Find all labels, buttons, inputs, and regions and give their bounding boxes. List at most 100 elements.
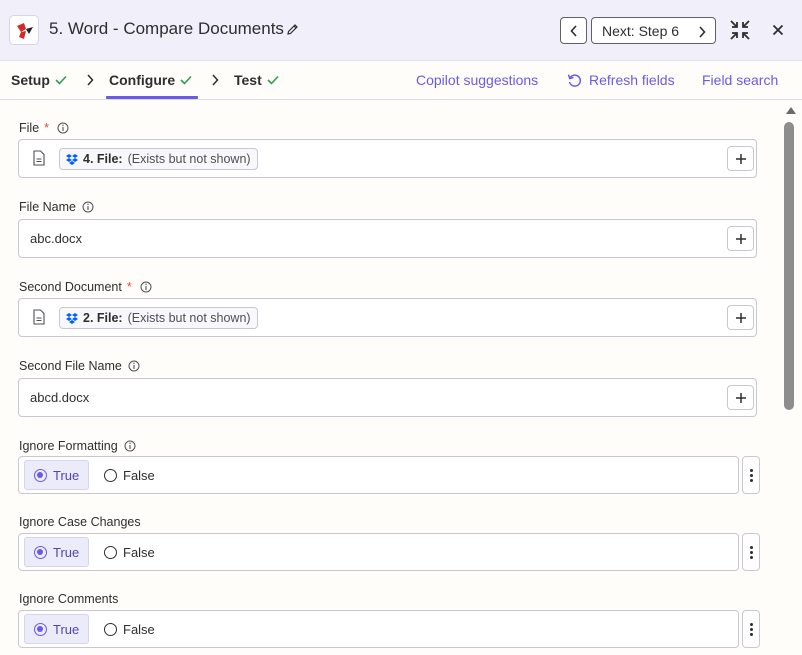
mapped-field-pill[interactable]: 2. File: (Exists but not shown) [59, 307, 258, 329]
step-header: 5. Word - Compare Documents Next: Step 6 [0, 0, 802, 61]
field-label-ignore-formatting: Ignore Formatting [19, 439, 136, 453]
step-tabs: Setup Configure Test Copilot suggestions… [0, 61, 802, 100]
info-icon[interactable] [140, 281, 152, 293]
mapped-field-pill[interactable]: 4. File: (Exists but not shown) [59, 148, 258, 170]
file-input[interactable]: 4. File: (Exists but not shown) [18, 139, 757, 178]
kebab-dot [749, 478, 753, 482]
field-search-link[interactable]: Field search [702, 72, 778, 88]
ignore-case-changes-radio-group: True False [18, 533, 739, 571]
field-label-second-document: Second Document * [19, 280, 152, 294]
check-icon [267, 75, 279, 85]
insert-data-button[interactable] [727, 305, 754, 330]
more-options-button[interactable] [742, 456, 760, 494]
radio-true[interactable]: True [24, 460, 90, 490]
second-document-input[interactable]: 2. File: (Exists but not shown) [18, 298, 757, 337]
chevron-right-icon [212, 74, 219, 86]
collapse-icon[interactable] [729, 19, 751, 41]
ignore-comments-radio-group: True False [18, 610, 739, 648]
field-label-file: File * [19, 121, 69, 135]
radio-unselected-icon [104, 468, 117, 482]
info-icon[interactable] [82, 201, 94, 213]
tab-setup-label: Setup [11, 72, 50, 88]
next-step-label: Next: Step 6 [602, 22, 680, 39]
vertical-scrollbar[interactable] [782, 100, 798, 655]
pill-value: (Exists but not shown) [127, 311, 251, 325]
kebab-dot [749, 545, 753, 549]
pill-step-label: 2. File: [83, 311, 123, 325]
radio-false[interactable]: False [95, 537, 164, 567]
kebab-dot [749, 555, 753, 559]
plus-icon [735, 233, 746, 244]
kebab-dot [749, 550, 753, 554]
radio-true[interactable]: True [24, 614, 90, 644]
radio-false[interactable]: False [95, 614, 164, 644]
tab-configure-label: Configure [109, 72, 176, 88]
previous-step-button[interactable] [560, 17, 587, 44]
kebab-dot [749, 468, 753, 472]
insert-data-button[interactable] [727, 385, 754, 410]
radio-true-label: True [53, 544, 80, 560]
kebab-dot [749, 622, 753, 626]
pill-value: (Exists but not shown) [127, 152, 251, 166]
check-icon [180, 75, 192, 85]
chevron-right-icon [699, 26, 706, 38]
dropbox-icon [66, 153, 78, 165]
scrollbar-thumb[interactable] [784, 122, 794, 410]
radio-false-label: False [123, 544, 155, 560]
scroll-up-arrow-icon[interactable] [786, 106, 796, 114]
info-icon[interactable] [128, 360, 140, 372]
step-title[interactable]: 5. Word - Compare Documents [49, 19, 284, 39]
pencil-icon[interactable] [286, 23, 299, 36]
field-label-second-file-name: Second File Name [19, 359, 140, 373]
radio-false-label: False [123, 621, 155, 637]
second-file-name-value: abcd.docx [30, 390, 90, 405]
kebab-dot [749, 627, 753, 631]
radio-false[interactable]: False [95, 460, 164, 490]
more-options-button[interactable] [742, 610, 760, 648]
required-mark: * [126, 280, 132, 294]
document-icon [33, 309, 45, 325]
more-options-button[interactable] [742, 533, 760, 571]
dropbox-icon [66, 312, 78, 324]
file-name-label-text: File Name [19, 200, 76, 214]
radio-true[interactable]: True [24, 537, 90, 567]
field-label-ignore-comments: Ignore Comments [19, 592, 118, 606]
radio-true-label: True [53, 621, 80, 637]
next-step-button[interactable]: Next: Step 6 [591, 17, 716, 44]
kebab-dot [749, 473, 753, 477]
tab-setup[interactable]: Setup [11, 72, 67, 88]
plus-icon [735, 392, 746, 403]
close-icon[interactable] [770, 22, 786, 38]
file-name-value: abc.docx [30, 231, 83, 246]
info-icon[interactable] [124, 440, 136, 452]
second-file-name-label-text: Second File Name [19, 359, 122, 373]
field-label-ignore-case-changes: Ignore Case Changes [19, 515, 141, 529]
chevron-left-icon [569, 24, 577, 37]
field-label-file-name: File Name [19, 200, 94, 214]
radio-unselected-icon [104, 622, 117, 636]
plus-icon [735, 153, 746, 164]
copilot-suggestions-link[interactable]: Copilot suggestions [416, 72, 538, 88]
tab-test-label: Test [234, 72, 262, 88]
tab-configure[interactable]: Configure [109, 72, 192, 88]
second-document-label-text: Second Document [19, 280, 122, 294]
insert-data-button[interactable] [727, 226, 754, 251]
tab-test[interactable]: Test [234, 72, 279, 88]
ignore-formatting-radio-group: True False [18, 456, 739, 494]
pill-step-label: 4. File: [83, 152, 123, 166]
refresh-fields-label: Refresh fields [589, 72, 675, 88]
refresh-icon [567, 73, 582, 87]
plus-icon [735, 312, 746, 323]
file-name-input[interactable]: abc.docx [18, 219, 757, 258]
check-icon [55, 75, 67, 85]
insert-data-button[interactable] [727, 146, 754, 171]
required-mark: * [44, 121, 50, 135]
refresh-fields-button[interactable]: Refresh fields [567, 72, 675, 88]
kebab-dot [749, 632, 753, 636]
second-file-name-input[interactable]: abcd.docx [18, 378, 757, 417]
info-icon[interactable] [57, 122, 69, 134]
ignore-formatting-label-text: Ignore Formatting [19, 439, 118, 453]
radio-selected-icon [34, 468, 47, 482]
radio-true-label: True [53, 467, 80, 483]
radio-selected-icon [34, 545, 47, 559]
